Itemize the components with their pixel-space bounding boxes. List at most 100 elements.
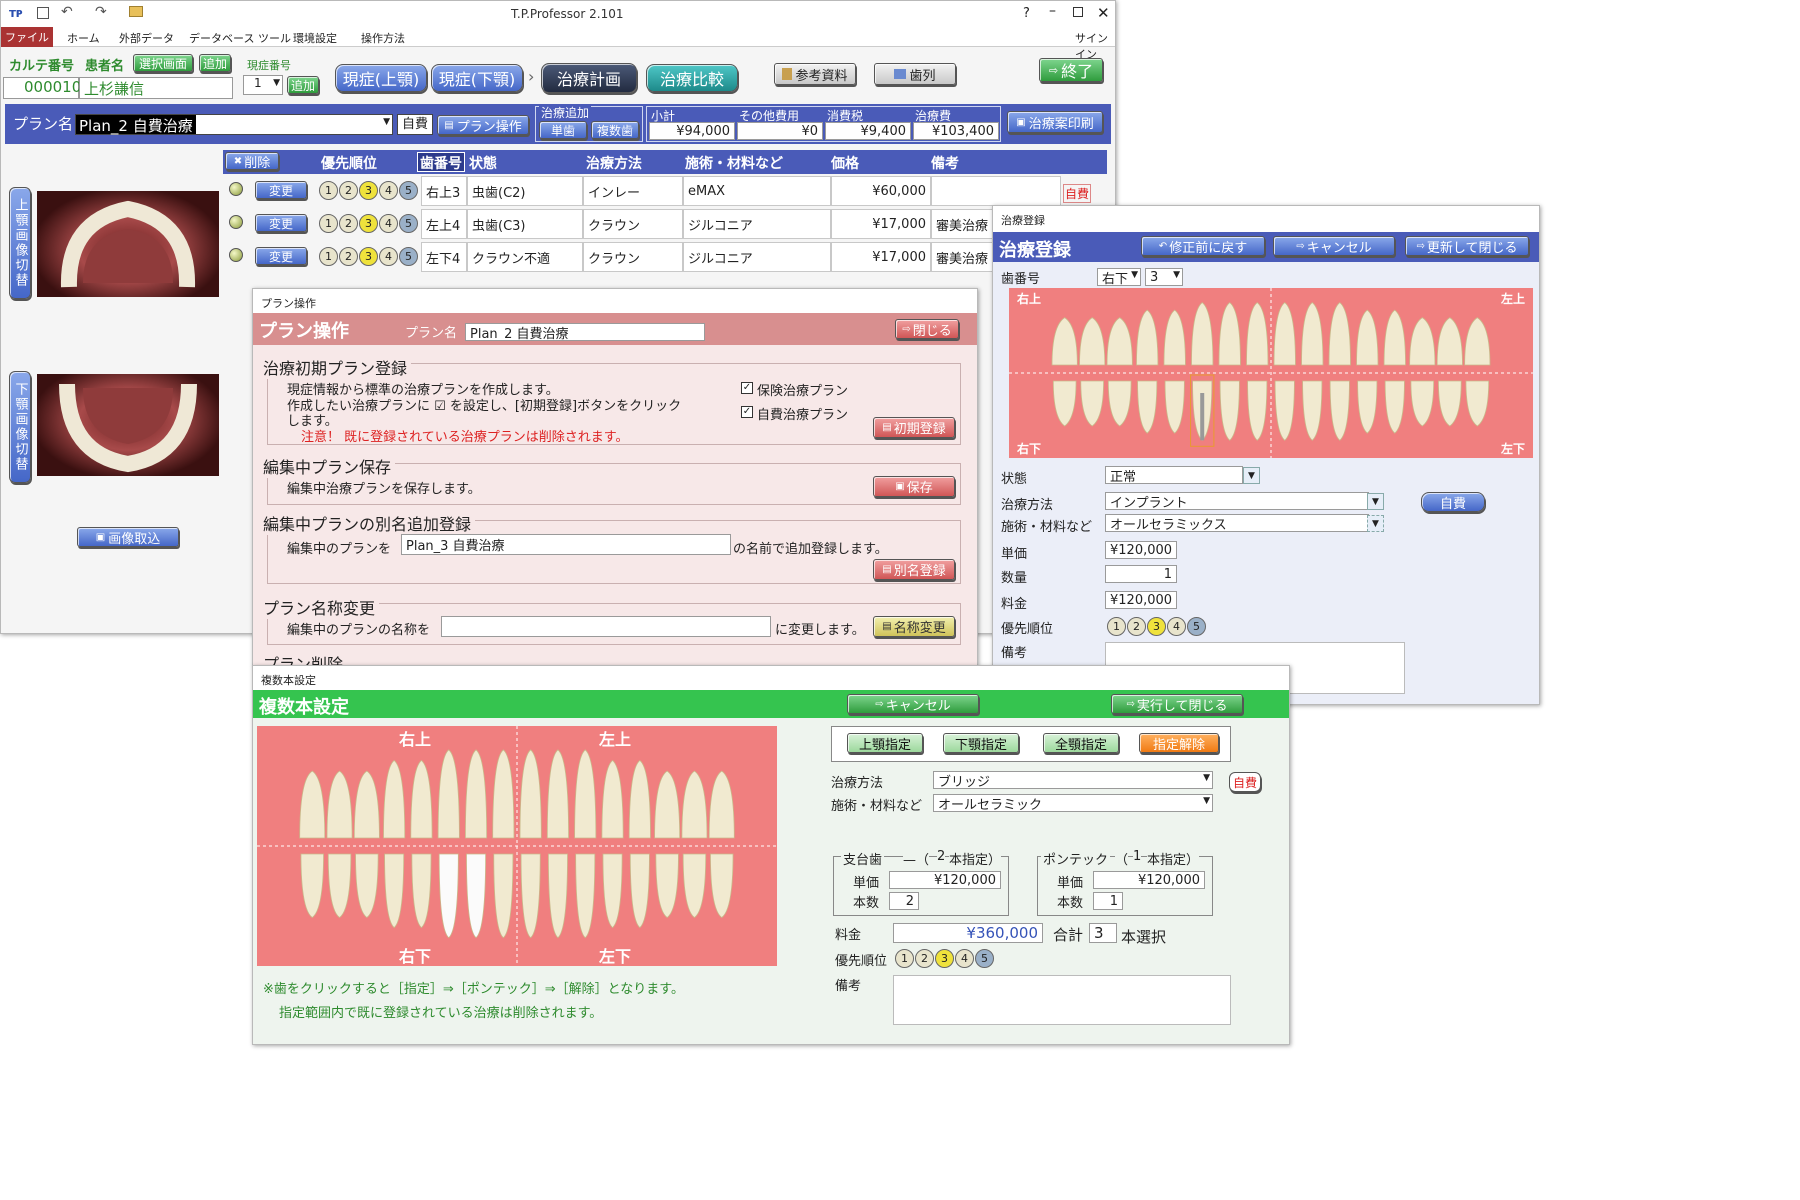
self-pay-plan-checkbox[interactable]: ✓: [741, 406, 753, 418]
quantity-field[interactable]: 1: [1105, 565, 1177, 583]
upper-tooth[interactable]: [1356, 309, 1379, 366]
treatment-plan-button[interactable]: 治療計画: [541, 63, 637, 93]
save-button[interactable]: ▣ 保存: [873, 476, 955, 497]
lower-tooth[interactable]: [384, 853, 405, 929]
patient-name[interactable]: 上杉謙信: [79, 77, 233, 99]
upper-tooth[interactable]: [1106, 317, 1133, 366]
upper-tooth[interactable]: [628, 759, 651, 839]
tooth-cell[interactable]: 右上3: [421, 176, 467, 206]
lower-tooth[interactable]: [493, 853, 514, 939]
upper-tooth[interactable]: [353, 770, 380, 839]
upper-tooth[interactable]: [1218, 302, 1241, 366]
change-button[interactable]: 変更: [255, 247, 307, 265]
pontic-unit-price[interactable]: ¥120,000: [1093, 871, 1205, 889]
execute-close-button[interactable]: ⇨ 実行して閉じる: [1111, 694, 1243, 714]
tab-file[interactable]: ファイル: [1, 27, 53, 47]
plan-operation-button[interactable]: ▤ プラン操作: [437, 115, 529, 135]
plan-select[interactable]: Plan_2 自費治療 ▼: [75, 114, 393, 135]
upper-jaw-select-button[interactable]: 上顎指定: [847, 733, 923, 753]
unit-price-field[interactable]: ¥120,000: [1105, 541, 1177, 559]
single-tooth-button[interactable]: 単歯: [539, 121, 587, 139]
pontic-qty[interactable]: 1: [1093, 892, 1123, 910]
upper-tooth[interactable]: [546, 749, 569, 839]
priority-selector[interactable]: 12345: [1107, 617, 1206, 636]
upper-tooth[interactable]: [492, 749, 515, 839]
lower-tooth[interactable]: [1329, 380, 1350, 441]
tab-settings[interactable]: 環境設定: [293, 30, 337, 46]
upper-tooth[interactable]: [1328, 302, 1351, 366]
chevron-down-icon[interactable]: ▼: [1367, 493, 1384, 510]
minimize-icon[interactable]: –: [1049, 3, 1056, 19]
upper-tooth[interactable]: [708, 770, 735, 839]
reference-button[interactable]: 参考資料: [774, 63, 856, 85]
save-icon[interactable]: [37, 7, 49, 19]
lower-tooth[interactable]: [710, 853, 734, 919]
cancel-button[interactable]: ⇨ キャンセル: [847, 694, 979, 714]
self-pay-button[interactable]: 自費: [1421, 492, 1485, 512]
upper-tooth[interactable]: [1301, 302, 1324, 366]
tooth-side-select[interactable]: 右下 ▼: [1097, 268, 1141, 286]
close-button[interactable]: ⇨ 閉じる: [895, 319, 959, 339]
upper-tooth[interactable]: [519, 749, 542, 839]
capture-image-button[interactable]: ▣ 画像取込: [77, 527, 179, 547]
alias-name-field[interactable]: Plan_3 自費治療: [401, 534, 731, 555]
abutment-unit-price[interactable]: ¥120,000: [889, 871, 1001, 889]
lower-tooth[interactable]: [411, 853, 432, 929]
exit-button[interactable]: ⇨ 終了: [1039, 58, 1103, 82]
tab-howto[interactable]: 操作方法: [361, 30, 405, 46]
method-select[interactable]: ブリッジ ▼: [933, 771, 1213, 789]
maximize-icon[interactable]: [1073, 7, 1083, 17]
select-screen-button[interactable]: 選択画面: [133, 54, 193, 72]
tooth-cell[interactable]: 左下4: [421, 242, 467, 272]
genshou-add-button[interactable]: 追加: [287, 76, 319, 94]
print-plan-button[interactable]: ▣ 治療案印刷: [1007, 111, 1103, 133]
lower-tooth[interactable]: [1052, 380, 1077, 427]
lower-status-button[interactable]: 現症(下顎): [431, 64, 523, 92]
rename-button[interactable]: ▤ 名称変更: [873, 616, 955, 637]
upper-tooth[interactable]: [1051, 317, 1078, 366]
lower-tooth[interactable]: [1357, 380, 1378, 434]
col-tooth[interactable]: 歯番号: [417, 152, 465, 172]
close-icon[interactable]: ✕: [1097, 4, 1110, 22]
delete-button[interactable]: ✖ 削除: [225, 152, 279, 171]
priority-selector[interactable]: 12345: [319, 247, 418, 266]
tooth-cell[interactable]: 左上4: [421, 209, 467, 239]
lower-tooth[interactable]: [1219, 380, 1240, 441]
redo-icon[interactable]: ↷: [95, 4, 107, 20]
lower-image-switch-button[interactable]: 下顎画像切替: [9, 371, 31, 483]
upper-tooth[interactable]: [574, 749, 597, 839]
lower-tooth[interactable]: [1137, 380, 1158, 434]
lower-tooth[interactable]: [655, 853, 679, 919]
lower-jaw-select-button[interactable]: 下顎指定: [943, 733, 1019, 753]
upper-tooth[interactable]: [1273, 302, 1296, 366]
change-button[interactable]: 変更: [255, 181, 307, 199]
upper-tooth[interactable]: [601, 759, 624, 839]
multi-tooth-button[interactable]: 複数歯: [591, 121, 639, 139]
karte-number[interactable]: 000010: [3, 77, 81, 99]
upper-tooth[interactable]: [1163, 309, 1186, 366]
insurance-plan-checkbox[interactable]: ✓: [741, 382, 753, 394]
lower-tooth[interactable]: [629, 853, 650, 929]
lower-tooth[interactable]: [355, 853, 379, 919]
lower-tooth[interactable]: [520, 853, 541, 939]
all-jaw-select-button[interactable]: 全顎指定: [1043, 733, 1119, 753]
lower-tooth[interactable]: [1465, 380, 1490, 427]
rename-field[interactable]: [441, 616, 771, 637]
material-select[interactable]: オールセラミックス: [1105, 514, 1369, 532]
upper-tooth[interactable]: [1246, 302, 1269, 366]
upper-tooth[interactable]: [437, 749, 460, 839]
lower-tooth[interactable]: [547, 853, 568, 939]
upper-tooth[interactable]: [1191, 302, 1214, 366]
self-pay-button[interactable]: 自費: [1229, 772, 1261, 792]
upper-tooth[interactable]: [326, 770, 353, 839]
tab-home[interactable]: ホーム: [67, 30, 100, 46]
treatment-compare-button[interactable]: 治療比較: [646, 64, 738, 92]
help-icon[interactable]: ?: [1023, 6, 1030, 21]
lower-tooth[interactable]: [438, 853, 459, 939]
lower-tooth[interactable]: [1080, 380, 1104, 427]
chevron-down-icon[interactable]: ▼: [1243, 467, 1260, 484]
lower-tooth[interactable]: [1274, 380, 1295, 441]
abutment-qty[interactable]: 2: [889, 892, 919, 910]
upper-status-button[interactable]: 現症(上顎): [335, 64, 427, 92]
upper-tooth[interactable]: [1383, 309, 1406, 366]
